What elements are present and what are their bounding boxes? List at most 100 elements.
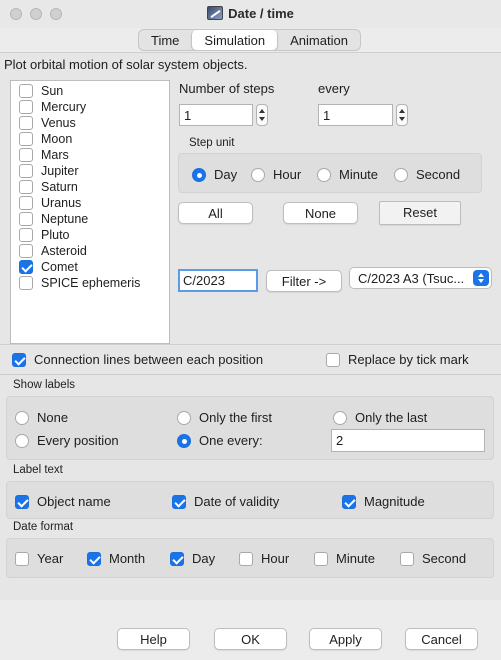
object-item-jupiter[interactable]: Jupiter [19,163,79,179]
object-item-sun[interactable]: Sun [19,83,63,99]
every-stepper[interactable] [396,104,408,126]
date-format-day-label: Day [192,551,216,566]
checkbox-icon[interactable] [15,494,29,509]
comet-select[interactable]: C/2023 A3 (Tsuc... [349,267,492,289]
radio-icon[interactable] [192,167,206,182]
object-checkbox[interactable] [19,212,33,226]
tab-time[interactable]: Time [139,30,191,50]
show-labels-one-every[interactable]: One every: [177,433,263,448]
object-item-saturn[interactable]: Saturn [19,179,78,195]
step-unit-second-label: Second [416,167,461,182]
object-list[interactable]: Sun Mercury Venus Moon Mars Jupiter Satu… [10,80,170,344]
number-of-steps-input[interactable]: 1 [179,104,253,126]
checkbox-icon[interactable] [87,551,101,566]
object-item-mars[interactable]: Mars [19,147,69,163]
filter-input[interactable]: C/2023 [178,269,258,292]
tab-animation[interactable]: Animation [278,30,360,50]
date-format-minute[interactable]: Minute [314,551,375,566]
object-item-spice-ephemeris[interactable]: SPICE ephemeris [19,275,140,291]
radio-icon[interactable] [15,410,29,425]
radio-icon[interactable] [394,167,408,182]
checkbox-icon[interactable] [326,352,340,367]
checkbox-icon[interactable] [342,494,356,509]
object-label: Pluto [41,228,70,242]
object-checkbox[interactable] [19,276,33,290]
show-labels-one-every-label: One every: [199,433,263,448]
reset-button[interactable]: Reset [379,201,461,225]
label-date-of-validity[interactable]: Date of validity [172,494,279,509]
cancel-button[interactable]: Cancel [405,628,478,650]
all-button[interactable]: All [178,202,253,224]
step-unit-second[interactable]: Second [394,167,460,182]
description-text: Plot orbital motion of solar system obje… [4,57,248,72]
object-checkbox[interactable] [19,196,33,210]
object-item-neptune[interactable]: Neptune [19,211,88,227]
date-format-day[interactable]: Day [170,551,215,566]
checkbox-icon[interactable] [170,551,184,566]
object-item-moon[interactable]: Moon [19,131,72,147]
object-item-pluto[interactable]: Pluto [19,227,70,243]
replace-tick-option[interactable]: Replace by tick mark [326,352,469,367]
object-item-venus[interactable]: Venus [19,115,76,131]
checkbox-icon[interactable] [314,551,328,566]
date-format-second[interactable]: Second [400,551,466,566]
radio-icon[interactable] [333,410,347,425]
show-labels-every-position[interactable]: Every position [15,433,119,448]
radio-icon[interactable] [317,167,331,182]
object-label: SPICE ephemeris [41,276,141,290]
object-checkbox[interactable] [19,132,33,146]
object-checkbox[interactable] [19,260,33,274]
number-of-steps-stepper[interactable] [256,104,268,126]
apply-button[interactable]: Apply [309,628,382,650]
one-every-input[interactable]: 2 [331,429,485,452]
every-input[interactable]: 1 [318,104,393,126]
label-date-of-validity-label: Date of validity [194,494,280,509]
show-labels-none[interactable]: None [15,410,68,425]
none-button[interactable]: None [283,202,358,224]
radio-icon[interactable] [177,433,191,448]
object-checkbox[interactable] [19,228,33,242]
date-format-month[interactable]: Month [87,551,145,566]
help-button[interactable]: Help [117,628,190,650]
step-unit-day[interactable]: Day [192,167,237,182]
ok-button[interactable]: OK [214,628,287,650]
checkbox-icon[interactable] [15,551,29,566]
object-checkbox[interactable] [19,244,33,258]
show-labels-title: Show labels [13,379,76,391]
object-item-comet[interactable]: Comet [19,259,78,275]
label-text-title: Label text [13,464,63,476]
show-labels-only-last[interactable]: Only the last [333,410,427,425]
radio-icon[interactable] [15,433,29,448]
label-magnitude[interactable]: Magnitude [342,494,425,509]
date-format-year[interactable]: Year [15,551,63,566]
object-item-asteroid[interactable]: Asteroid [19,243,87,259]
checkbox-icon[interactable] [239,551,253,566]
date-format-minute-label: Minute [336,551,376,566]
radio-icon[interactable] [177,410,191,425]
object-checkbox[interactable] [19,116,33,130]
checkbox-icon[interactable] [172,494,186,509]
step-unit-hour[interactable]: Hour [251,167,301,182]
object-label: Neptune [41,212,89,226]
telescope-icon [207,6,224,20]
object-checkbox[interactable] [19,100,33,114]
object-checkbox[interactable] [19,84,33,98]
object-checkbox[interactable] [19,148,33,162]
step-unit-minute[interactable]: Minute [317,167,378,182]
object-checkbox[interactable] [19,180,33,194]
checkbox-icon[interactable] [12,352,26,367]
object-item-mercury[interactable]: Mercury [19,99,86,115]
object-label: Uranus [41,196,82,210]
object-checkbox[interactable] [19,164,33,178]
checkbox-icon[interactable] [400,551,414,566]
show-labels-only-first[interactable]: Only the first [177,410,272,425]
date-format-hour[interactable]: Hour [239,551,289,566]
connection-lines-option[interactable]: Connection lines between each position [12,352,263,367]
radio-icon[interactable] [251,167,265,182]
divider [0,374,501,375]
filter-button[interactable]: Filter -> [266,270,342,292]
object-item-uranus[interactable]: Uranus [19,195,81,211]
label-object-name[interactable]: Object name [15,494,111,509]
object-label: Mercury [41,100,87,114]
tab-simulation[interactable]: Simulation [191,30,279,50]
